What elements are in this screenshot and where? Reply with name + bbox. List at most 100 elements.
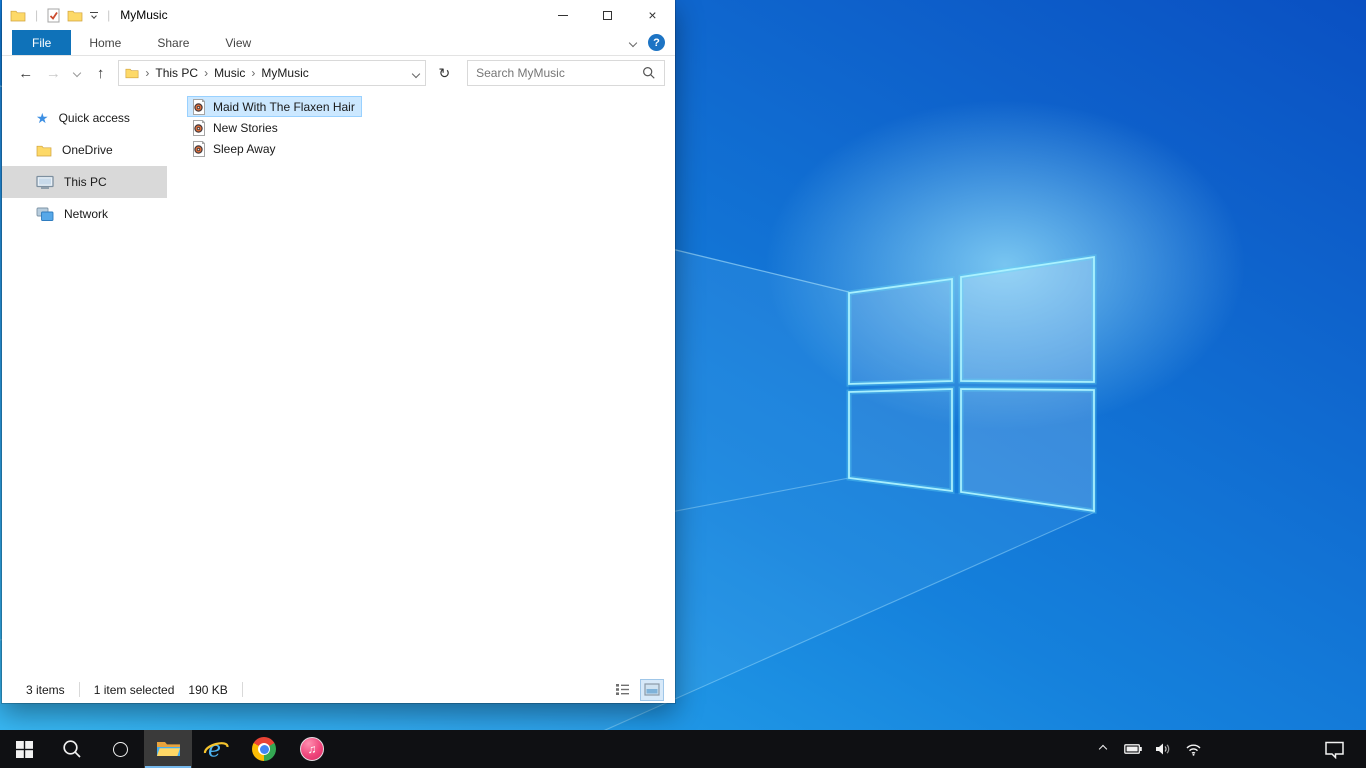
location-folder-icon — [125, 68, 139, 79]
battery-indicator[interactable] — [1120, 730, 1146, 768]
details-view-icon — [615, 684, 629, 695]
onedrive-folder-icon — [36, 145, 52, 156]
file-name: New Stories — [213, 120, 278, 135]
svg-text:e: e — [208, 738, 221, 763]
this-pc-monitor-icon — [36, 175, 54, 189]
maximize-icon — [603, 10, 612, 20]
breadcrumb-separator: › — [204, 66, 209, 80]
network-icon — [36, 207, 54, 221]
search-input[interactable] — [476, 66, 642, 80]
music-file-icon — [193, 98, 205, 115]
quick-access-toolbar: | | — [10, 8, 112, 23]
battery-icon — [1124, 744, 1142, 754]
close-icon: × — [648, 7, 657, 23]
sidebar-item-this-pc[interactable]: This PC — [2, 166, 167, 198]
recent-locations-chevron-icon[interactable] — [71, 68, 83, 78]
itunes-button[interactable]: ♫ — [288, 730, 336, 768]
refresh-button[interactable]: ↻ — [434, 65, 456, 82]
tab-share[interactable]: Share — [139, 30, 207, 55]
volume-indicator[interactable] — [1150, 730, 1176, 768]
expand-ribbon-chevron-icon[interactable] — [628, 38, 638, 47]
volume-icon — [1155, 743, 1169, 755]
address-bar[interactable]: › This PC › Music › MyMusic — [118, 60, 426, 86]
separator: | — [107, 8, 111, 22]
back-button[interactable]: ← — [16, 66, 36, 81]
taskbar-search-button[interactable] — [48, 730, 96, 768]
file-list: Maid With The Flaxen Hair New Stories Sl… — [167, 90, 675, 676]
show-hidden-icons-button[interactable] — [1090, 730, 1116, 768]
file-explorer-window: | | MyMusic × File Home Share View ? ← →… — [2, 0, 675, 703]
taskbar-file-explorer-button[interactable] — [144, 730, 192, 768]
cortana-button[interactable] — [96, 730, 144, 768]
music-file-icon — [193, 119, 205, 136]
navigation-bar: ← → ↑ › This PC › Music › MyMusic ↻ — [2, 56, 675, 90]
breadcrumb-mymusic[interactable]: MyMusic — [261, 66, 308, 80]
minimize-icon — [557, 14, 568, 16]
status-divider — [78, 682, 80, 697]
close-button[interactable]: × — [630, 0, 675, 30]
sidebar-item-label: OneDrive — [62, 143, 113, 157]
breadcrumb-this-pc[interactable]: This PC — [155, 66, 198, 80]
large-icons-view-icon — [644, 683, 660, 696]
chrome-icon — [252, 737, 276, 761]
status-size: 190 KB — [188, 682, 228, 697]
title-bar[interactable]: | | MyMusic × — [2, 0, 675, 30]
file-row[interactable]: New Stories — [187, 117, 285, 138]
chrome-button[interactable] — [240, 730, 288, 768]
file-row-selected[interactable]: Maid With The Flaxen Hair — [187, 96, 362, 117]
quick-access-star-icon: ★ — [36, 110, 49, 126]
status-selection: 1 item selected — [93, 682, 175, 697]
customize-toolbar-chevron-icon[interactable] — [90, 12, 99, 19]
search-box — [467, 60, 665, 86]
new-folder-icon[interactable] — [67, 9, 83, 22]
internet-explorer-button[interactable]: e — [192, 730, 240, 768]
cortana-icon — [112, 741, 128, 757]
tab-view[interactable]: View — [207, 30, 269, 55]
maximize-button[interactable] — [585, 0, 630, 30]
sidebar-item-onedrive[interactable]: OneDrive — [2, 134, 167, 166]
wifi-icon — [1185, 744, 1201, 756]
file-name: Maid With The Flaxen Hair — [213, 99, 355, 114]
search-icon[interactable] — [642, 66, 656, 80]
sidebar-item-quick-access[interactable]: ★ Quick access — [2, 102, 167, 134]
start-button[interactable] — [0, 730, 48, 768]
internet-explorer-icon: e — [203, 738, 229, 763]
window-title: MyMusic — [120, 8, 168, 22]
sidebar-item-label: Network — [64, 207, 109, 221]
file-name: Sleep Away — [213, 141, 276, 156]
chevron-up-icon — [1098, 744, 1108, 754]
itunes-icon: ♫ — [300, 737, 324, 761]
status-bar: 3 items 1 item selected 190 KB — [2, 676, 675, 703]
breadcrumb-music[interactable]: Music — [214, 66, 245, 80]
tab-home[interactable]: Home — [71, 30, 139, 55]
status-divider — [241, 682, 243, 697]
sidebar-item-network[interactable]: Network — [2, 198, 167, 230]
network-indicator[interactable] — [1180, 730, 1206, 768]
status-item-count: 3 items — [26, 682, 65, 697]
windows-start-icon — [15, 740, 33, 758]
properties-icon[interactable] — [47, 8, 60, 23]
window-controls: × — [540, 0, 675, 30]
sidebar-item-label: This PC — [64, 175, 107, 189]
help-button[interactable]: ? — [648, 34, 665, 51]
file-explorer-icon — [156, 742, 180, 756]
breadcrumb-separator: › — [145, 66, 150, 80]
file-row[interactable]: Sleep Away — [187, 138, 283, 159]
large-icons-view-button[interactable] — [640, 678, 664, 701]
taskbar: e ♫ — [0, 730, 1366, 768]
navigation-pane: ★ Quick access OneDrive This PC Network — [2, 90, 167, 676]
minimize-button[interactable] — [540, 0, 585, 30]
address-dropdown-chevron-icon[interactable] — [411, 66, 420, 80]
details-view-button[interactable] — [611, 680, 633, 700]
window-folder-icon — [10, 10, 26, 21]
ribbon-right-controls: ? — [628, 30, 675, 55]
up-button[interactable]: ↑ — [91, 66, 111, 81]
separator: | — [35, 8, 39, 22]
forward-button[interactable]: → — [44, 66, 64, 81]
system-tray — [1090, 730, 1206, 768]
ribbon-tabs: File Home Share View ? — [2, 30, 675, 56]
sidebar-item-label: Quick access — [58, 111, 130, 125]
tab-file[interactable]: File — [12, 30, 72, 55]
desktop: | | MyMusic × File Home Share View ? ← →… — [0, 0, 1366, 768]
action-center-button[interactable] — [1310, 730, 1358, 768]
